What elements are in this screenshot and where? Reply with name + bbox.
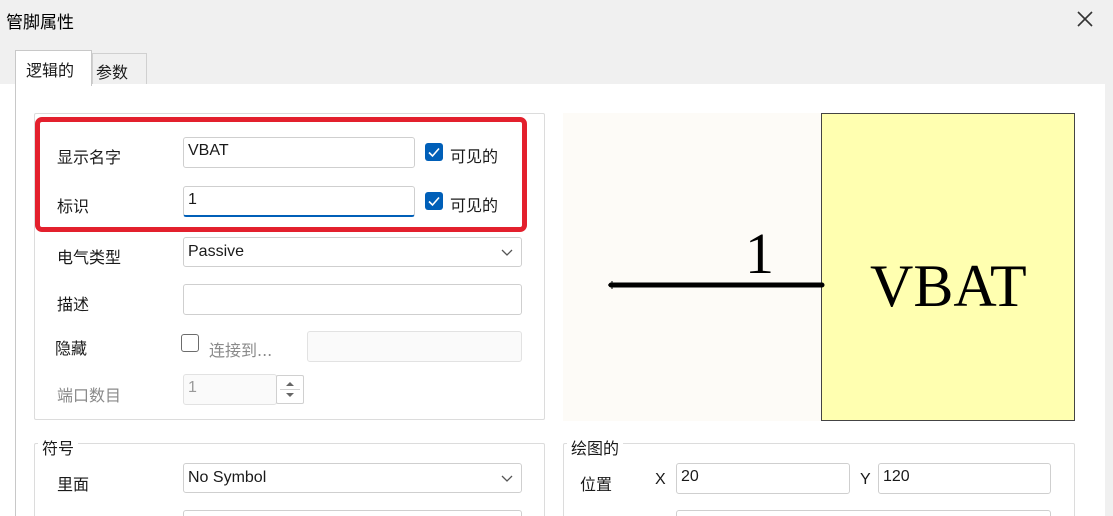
location-x-input[interactable]: 20 (676, 463, 850, 494)
chevron-down-icon (501, 249, 513, 256)
close-icon (1077, 11, 1093, 27)
electrical-type-value: Passive (188, 243, 245, 260)
window-edge (1105, 40, 1113, 516)
chevron-down-icon (501, 475, 513, 482)
preview-pin-number: 1 (745, 221, 774, 286)
tab-strip (0, 40, 1113, 84)
port-count-label: 端口数目 (57, 386, 122, 405)
inside-symbol-value: No Symbol (188, 469, 267, 486)
location-label: 位置 (580, 475, 613, 494)
description-label: 描述 (57, 295, 90, 314)
hidden-checkbox[interactable] (181, 334, 199, 352)
window-title: 管脚属性 (6, 13, 74, 33)
drawing-group-title: 绘图的 (567, 435, 624, 459)
location-y-label: Y (860, 471, 871, 488)
tab-logical-label: 逻辑的 (26, 61, 75, 80)
location-y-input[interactable]: 120 (878, 463, 1051, 494)
tab-parameters-label: 参数 (96, 63, 129, 82)
tab-parameters[interactable]: 参数 (92, 53, 147, 84)
port-count-spinner[interactable] (276, 375, 304, 404)
close-button[interactable] (1072, 6, 1098, 32)
pin-line (608, 281, 825, 289)
inside-symbol-select[interactable]: No Symbol (183, 463, 522, 493)
spinner-arrows-icon (280, 382, 300, 397)
symbol-group-title: 符号 (38, 435, 79, 459)
location-x-label: X (655, 471, 666, 488)
connect-to-label: 连接到... (209, 341, 273, 360)
tab-logical[interactable]: 逻辑的 (15, 50, 92, 86)
description-input[interactable] (183, 284, 522, 315)
next-field-partial[interactable] (676, 510, 1051, 516)
connect-to-input[interactable] (307, 331, 522, 362)
electrical-type-select[interactable]: Passive (183, 237, 522, 267)
electrical-type-label: 电气类型 (57, 248, 122, 267)
port-count-input[interactable]: 1 (183, 374, 277, 405)
highlight-box (35, 117, 527, 232)
hidden-label: 隐藏 (55, 339, 88, 358)
title-bar (0, 0, 1113, 40)
inside-label: 里面 (57, 475, 90, 494)
preview-pin-name: VBAT (870, 253, 1027, 319)
next-field-partial[interactable] (183, 510, 522, 516)
